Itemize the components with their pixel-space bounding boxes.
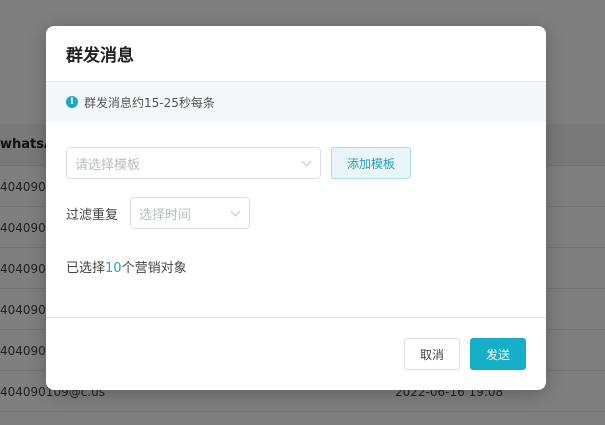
- info-notice: i 群发消息约15-25秒每条: [46, 82, 546, 122]
- selected-prefix: 已选择: [66, 261, 106, 276]
- chevron-down-icon: [230, 206, 241, 216]
- info-icon: i: [66, 96, 78, 108]
- time-select-placeholder: 选择时间: [139, 207, 192, 223]
- selected-summary: 已选择10个营销对象: [66, 257, 526, 276]
- dialog-title: 群发消息: [66, 46, 134, 66]
- send-button[interactable]: 发送: [470, 338, 526, 370]
- template-select-placeholder: 请选择模板: [75, 157, 141, 173]
- template-select[interactable]: 请选择模板: [66, 147, 321, 179]
- filter-row: 过滤重复 选择时间: [66, 197, 526, 229]
- selected-suffix: 个营销对象: [121, 261, 187, 276]
- template-row: 请选择模板 添加模板: [66, 147, 526, 179]
- cancel-button[interactable]: 取消: [404, 338, 460, 370]
- bulk-message-dialog: 群发消息 i 群发消息约15-25秒每条 请选择模板 添加模板 过滤重复 选择时…: [46, 26, 546, 390]
- add-template-button[interactable]: 添加模板: [331, 147, 411, 179]
- dialog-footer: 取消 发送: [46, 317, 546, 390]
- filter-duplicate-label: 过滤重复: [66, 207, 119, 223]
- chevron-down-icon: [301, 156, 312, 166]
- selected-count: 10: [105, 261, 122, 276]
- dialog-header: 群发消息: [46, 26, 546, 82]
- notice-text: 群发消息约15-25秒每条: [84, 95, 215, 110]
- time-select[interactable]: 选择时间: [130, 197, 251, 229]
- dialog-body: 请选择模板 添加模板 过滤重复 选择时间 已选择10个营销对象: [46, 122, 546, 317]
